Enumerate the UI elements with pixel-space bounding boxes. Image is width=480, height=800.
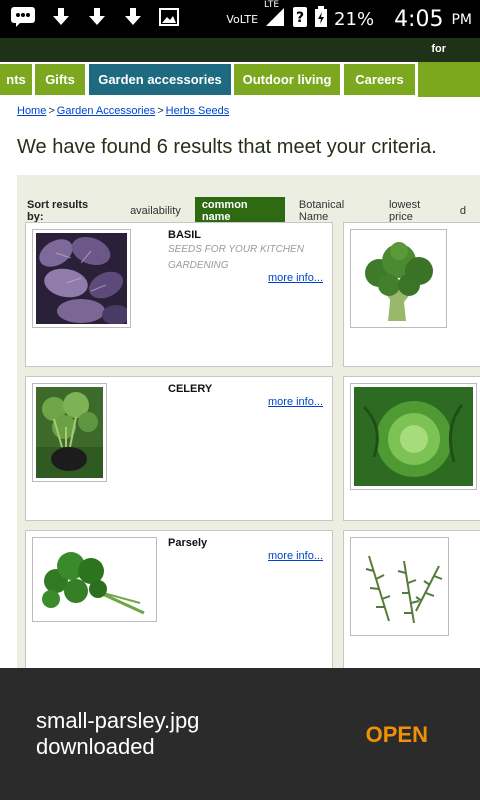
breadcrumb-separator: > xyxy=(157,105,164,117)
battery-icon xyxy=(314,6,328,33)
lettuce-image xyxy=(354,387,473,486)
breadcrumb-garden-accessories[interactable]: Garden Accessories xyxy=(57,105,155,117)
clock-time: 4:05 xyxy=(394,7,444,32)
more-info-link[interactable]: more info... xyxy=(268,396,323,408)
product-image-basil[interactable] xyxy=(32,229,131,328)
rosemary-image xyxy=(354,541,445,632)
product-description: SEEDS FOR YOUR KITCHEN GARDENING xyxy=(168,244,304,271)
breadcrumb-home[interactable]: Home xyxy=(17,105,46,117)
download-icon xyxy=(86,6,108,33)
product-image-rosemary[interactable] xyxy=(350,537,449,636)
signal-icon: LTE xyxy=(264,0,286,33)
snackbar-status: downloaded xyxy=(36,734,155,759)
nav-tab-careers[interactable]: Careers xyxy=(344,64,415,95)
clock-ampm: PM xyxy=(451,11,472,28)
breadcrumb-separator: > xyxy=(48,105,55,117)
product-image-broccoli[interactable] xyxy=(350,229,447,328)
image-icon xyxy=(158,6,180,33)
nav-tab-overflow[interactable] xyxy=(418,62,480,97)
svg-text:?: ? xyxy=(296,10,304,26)
parsley-image xyxy=(36,541,153,618)
main-nav: nts Gifts Garden accessories Outdoor liv… xyxy=(0,62,480,98)
sort-more-option[interactable]: d xyxy=(460,205,466,217)
snackbar-message: small-parsley.jpg downloaded xyxy=(36,708,199,760)
product-image-lettuce[interactable] xyxy=(350,383,477,490)
product-card-celery: CELERY more info... xyxy=(25,376,333,521)
results-panel: Sort results by: availability common nam… xyxy=(17,175,480,676)
more-info-link[interactable]: more info... xyxy=(268,550,323,562)
notification-icons xyxy=(10,6,180,33)
sort-botanical-name[interactable]: Botanical Name xyxy=(299,199,375,223)
volte-label: VoLTE xyxy=(226,13,259,26)
nav-tab-outdoor-living[interactable]: Outdoor living xyxy=(234,64,340,95)
breadcrumb: Home > Garden Accessories > Herbs Seeds xyxy=(17,105,229,117)
sort-lowest-price[interactable]: lowest price xyxy=(389,199,446,223)
product-name[interactable]: BASIL xyxy=(168,229,201,241)
status-icons: VoLTE LTE ? 21% 4:05 PM xyxy=(226,0,472,33)
results-heading: We have found 6 results that meet your c… xyxy=(17,136,437,158)
broccoli-image xyxy=(354,233,443,324)
product-card-broccoli xyxy=(343,222,480,367)
status-bar: VoLTE LTE ? 21% 4:05 PM xyxy=(0,0,480,38)
product-card-rosemary xyxy=(343,530,480,676)
nav-tab-plants[interactable]: nts xyxy=(0,64,32,95)
breadcrumb-herbs-seeds[interactable]: Herbs Seeds xyxy=(166,105,230,117)
site-top-bar: for xyxy=(0,38,480,62)
product-card-basil: BASIL SEEDS FOR YOUR KITCHEN GARDENING m… xyxy=(25,222,333,367)
lte-label: LTE xyxy=(264,0,280,10)
snackbar-open-button[interactable]: OPEN xyxy=(366,722,428,748)
nav-tab-gifts[interactable]: Gifts xyxy=(35,64,85,95)
message-icon xyxy=(10,6,36,33)
product-card-parsley: Parsely more info... xyxy=(25,530,333,676)
sort-label: Sort results by: xyxy=(27,199,89,223)
nav-tab-garden-accessories[interactable]: Garden accessories xyxy=(89,64,231,95)
sort-availability[interactable]: availability xyxy=(130,205,181,217)
battery-percent: 21% xyxy=(334,9,375,30)
top-bar-text: for xyxy=(431,43,446,55)
more-info-link[interactable]: more info... xyxy=(268,272,323,284)
sort-common-name[interactable]: common name xyxy=(194,197,285,225)
sort-bar: Sort results by: availability common nam… xyxy=(27,197,480,225)
product-image-parsley[interactable] xyxy=(32,537,157,622)
snackbar-filename: small-parsley.jpg xyxy=(36,708,200,733)
product-card-lettuce xyxy=(343,376,480,521)
download-icon xyxy=(122,6,144,33)
download-icon xyxy=(50,6,72,33)
purple-basil-image xyxy=(36,233,127,324)
celery-plant-image xyxy=(36,387,103,478)
product-image-celery[interactable] xyxy=(32,383,107,482)
product-name[interactable]: CELERY xyxy=(168,383,212,395)
product-name[interactable]: Parsely xyxy=(168,537,207,549)
unknown-sim-icon: ? xyxy=(292,6,308,33)
